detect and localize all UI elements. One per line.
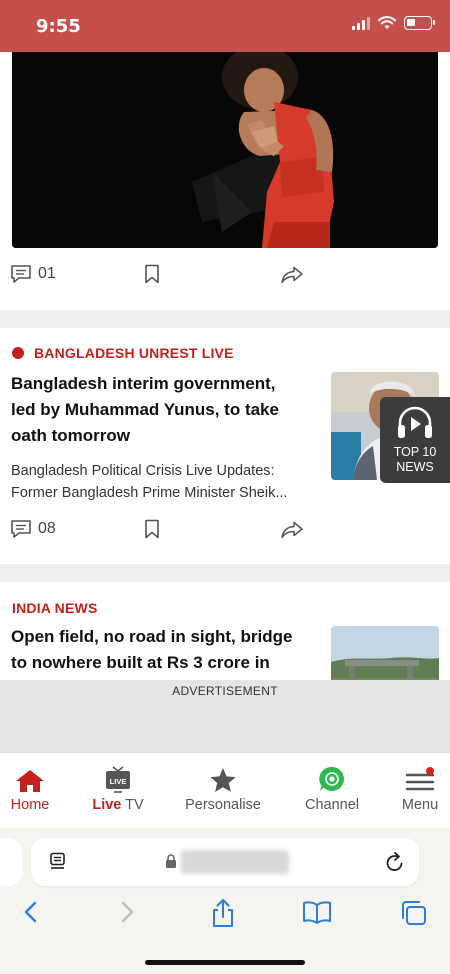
headline-line: led by Muhammad Yunus, to take: [11, 400, 279, 419]
nav-icon-wrap: [178, 763, 268, 793]
nav-label: Menu: [401, 797, 439, 813]
headline-line: to nowhere built at Rs 3 crore in: [11, 653, 270, 672]
comment-icon: [11, 265, 31, 283]
headphones-play-icon: [398, 406, 432, 438]
advertisement-slot: ADVERTISEMENT: [0, 680, 450, 752]
reload-icon[interactable]: [385, 851, 405, 873]
article-summary: Bangladesh Political Crisis Live Updates…: [11, 460, 316, 504]
forward-icon[interactable]: [118, 900, 136, 924]
top10-label: TOP 10 NEWS: [380, 445, 450, 475]
article-actions: 01: [10, 264, 310, 288]
nav-personalise[interactable]: Personalise: [178, 763, 268, 813]
top10-news-button[interactable]: TOP 10 NEWS: [380, 397, 450, 483]
live-dot-icon: [12, 347, 24, 359]
comment-button[interactable]: 01: [10, 264, 56, 284]
news-card[interactable]: 01: [0, 52, 450, 310]
star-icon: [210, 768, 236, 792]
nav-label: Personalise: [185, 797, 261, 813]
reader-icon[interactable]: [49, 852, 67, 872]
nav-label-live: Live: [92, 797, 122, 813]
summary-line: Former Bangladesh Prime Minister Sheik..…: [11, 485, 288, 501]
advertisement-label: ADVERTISEMENT: [172, 684, 278, 698]
nav-menu[interactable]: Menu: [394, 763, 446, 813]
comment-count: 08: [38, 520, 56, 537]
nav-live-tv[interactable]: LIVE Live TV: [86, 763, 150, 813]
bottom-nav: Home LIVE Live TV Personalise Channel Me…: [0, 752, 450, 828]
headline[interactable]: Bangladesh interim government, led by Mu…: [11, 371, 311, 449]
nav-label: Live TV: [86, 797, 150, 813]
comment-icon: [11, 520, 31, 538]
category-label: BANGLADESH UNREST LIVE: [34, 345, 234, 361]
bridge-photo: [331, 626, 439, 682]
share-sheet-icon[interactable]: [210, 898, 236, 928]
wifi-icon: [378, 16, 396, 29]
whatsapp-channel-icon: [319, 766, 344, 791]
nav-icon-wrap: LIVE: [86, 763, 150, 793]
status-time: 9:55: [36, 16, 81, 37]
nav-home[interactable]: Home: [4, 763, 56, 813]
nav-icon-wrap: [394, 763, 446, 793]
bookmarks-icon[interactable]: [302, 900, 332, 924]
top10-label-line: NEWS: [396, 460, 434, 474]
lock-icon: [166, 854, 176, 868]
nav-icon-wrap: [298, 763, 366, 793]
live-tv-icon: LIVE: [106, 766, 130, 793]
share-icon[interactable]: [280, 266, 304, 284]
category-tag[interactable]: BANGLADESH UNREST LIVE: [12, 345, 234, 361]
status-icons: [352, 16, 435, 30]
top10-label-line: TOP 10: [393, 445, 437, 459]
news-card[interactable]: INDIA NEWS Open field, no road in sight,…: [0, 582, 450, 682]
nav-label: Home: [10, 797, 50, 813]
headline-line: oath tomorrow: [11, 426, 130, 445]
nav-label: Channel: [304, 797, 359, 813]
nav-channel[interactable]: Channel: [298, 763, 366, 813]
back-icon[interactable]: [22, 900, 40, 924]
cellular-signal-icon: [352, 16, 370, 30]
share-icon[interactable]: [280, 521, 304, 539]
live-tv-badge: LIVE: [110, 777, 127, 786]
home-indicator: [145, 960, 305, 965]
tabs-icon[interactable]: [400, 900, 428, 926]
url-text-redacted: [181, 850, 289, 874]
bookmark-icon[interactable]: [144, 519, 160, 539]
menu-icon: [405, 767, 435, 791]
status-bar: 9:55: [0, 0, 450, 52]
article-thumbnail[interactable]: [331, 626, 439, 682]
category-tag[interactable]: INDIA NEWS: [12, 600, 97, 616]
category-label: INDIA NEWS: [12, 600, 98, 616]
article-image[interactable]: [12, 52, 438, 248]
comment-count: 01: [38, 265, 56, 282]
home-icon: [16, 770, 44, 792]
address-bar[interactable]: [31, 838, 419, 886]
battery-icon: [404, 16, 435, 30]
browser-chrome: [0, 828, 450, 974]
headline-line: Open field, no road in sight, bridge: [11, 627, 293, 646]
wrestler-photo: [12, 52, 438, 248]
previous-tab-edge[interactable]: [0, 838, 22, 886]
article-actions: 08: [10, 519, 310, 543]
nav-label-tv: TV: [121, 797, 144, 813]
bookmark-icon[interactable]: [144, 264, 160, 284]
summary-line: Bangladesh Political Crisis Live Updates…: [11, 463, 275, 479]
headline-line: Bangladesh interim government,: [11, 374, 276, 393]
headline[interactable]: Open field, no road in sight, bridge to …: [11, 624, 326, 676]
comment-button[interactable]: 08: [10, 519, 56, 539]
nav-icon-wrap: [4, 763, 56, 793]
